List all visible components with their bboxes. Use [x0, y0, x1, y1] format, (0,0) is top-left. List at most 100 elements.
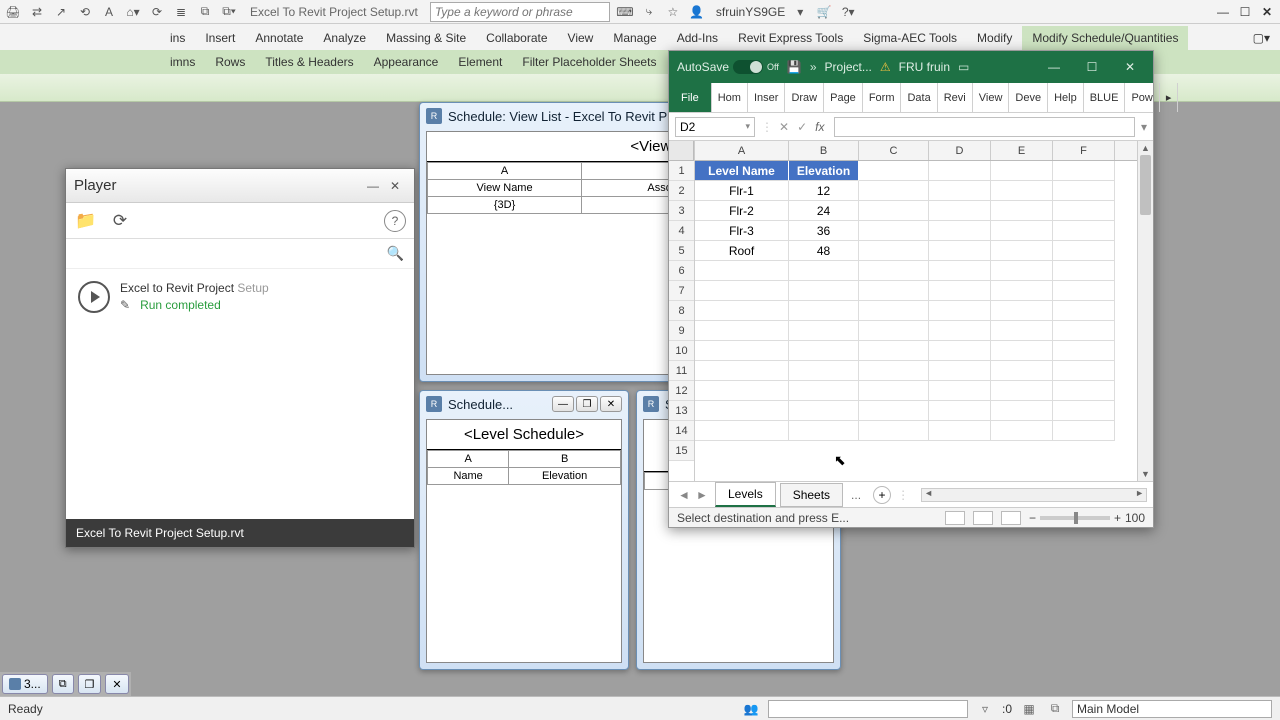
tab-review[interactable]: Revi [938, 83, 973, 112]
search-input[interactable] [430, 2, 610, 22]
sheet-nav-next-icon[interactable]: ► [693, 488, 711, 502]
zoom-value[interactable]: 100 [1125, 511, 1145, 525]
select-all-corner[interactable] [669, 141, 694, 161]
autosave-toggle[interactable]: AutoSave Off [677, 60, 779, 74]
minimize-icon[interactable]: — [362, 175, 384, 197]
tag-icon[interactable]: ⟲ [76, 3, 94, 21]
sub-item[interactable]: Appearance [364, 52, 449, 72]
fx-icon[interactable]: fx [815, 120, 824, 134]
tab-power[interactable]: Pow [1125, 83, 1159, 112]
formula-dropdown-icon[interactable]: ▾ [1141, 120, 1147, 134]
schedule-grid[interactable]: AB NameElevation [427, 450, 621, 485]
folder-icon[interactable]: 📁 [74, 209, 98, 233]
row-header[interactable]: 12 [669, 381, 694, 401]
sub-item[interactable]: Rows [205, 52, 255, 72]
sheet-nav-prev-icon[interactable]: ◄ [675, 488, 693, 502]
ribbon-tab[interactable]: Annotate [245, 26, 313, 50]
zoom-out-button[interactable]: − [1029, 511, 1036, 525]
text-icon[interactable]: A [100, 3, 118, 21]
maximize-button[interactable]: ☐ [1077, 51, 1107, 83]
sync-icon[interactable]: ⟳ [148, 3, 166, 21]
workset-icon[interactable]: 👥 [742, 700, 760, 718]
tab-file[interactable]: File [669, 83, 712, 112]
cart-icon[interactable]: 🛒 [815, 3, 833, 21]
cell[interactable]: 12 [789, 181, 859, 201]
qat-more-icon[interactable]: » [810, 60, 817, 74]
minimize-button[interactable]: — [1214, 4, 1232, 20]
design-options-icon[interactable]: ⧉ [1046, 700, 1064, 718]
horizontal-scrollbar[interactable]: ◄ ► [921, 488, 1147, 502]
row-header[interactable]: 4 [669, 221, 694, 241]
cancel-icon[interactable]: ✕ [779, 120, 789, 134]
switch-windows-icon[interactable]: ⧉▾ [220, 3, 238, 21]
close-button[interactable]: ✕ [600, 396, 622, 412]
favorite-icon[interactable]: ☆ [664, 3, 682, 21]
measure-icon[interactable]: ⇄ [28, 3, 46, 21]
user-icon[interactable]: 👤 [688, 3, 706, 21]
row-header[interactable]: 7 [669, 281, 694, 301]
row-header[interactable]: 5 [669, 241, 694, 261]
dynamo-titlebar[interactable]: Player — ✕ [66, 169, 414, 203]
tab-draw[interactable]: Draw [785, 83, 824, 112]
row-header[interactable]: 3 [669, 201, 694, 221]
selection-dropdown[interactable] [768, 700, 968, 718]
ribbon-tab[interactable]: Sigma-AEC Tools [853, 26, 967, 50]
excel-grid[interactable]: 1 2 3 4 5 6 7 8 9 10 11 12 13 14 15 A B … [669, 141, 1153, 481]
communicate-icon[interactable]: ⤷ [640, 3, 658, 21]
zoom-slider[interactable] [1040, 516, 1110, 520]
minimize-button[interactable]: — [552, 396, 574, 412]
dynamo-script-item[interactable]: Excel to Revit Project Setup Run complet… [66, 269, 414, 323]
mdi-tab[interactable]: 3... [2, 674, 48, 694]
tab-developer[interactable]: Deve [1009, 83, 1048, 112]
sheet-more[interactable]: ... [843, 484, 869, 506]
keyboard-icon[interactable]: ⌨ [616, 3, 634, 21]
close-icon[interactable]: ✕ [384, 175, 406, 197]
mdi-close-button[interactable]: ✕ [105, 674, 128, 694]
row-header[interactable]: 8 [669, 301, 694, 321]
dynamo-search[interactable]: 🔍 [66, 239, 414, 269]
scroll-up-icon[interactable]: ▲ [1138, 141, 1153, 155]
restore-button[interactable]: ❐ [576, 396, 598, 412]
ribbon-tab[interactable]: ins [160, 26, 195, 50]
close-button[interactable]: ✕ [1115, 51, 1145, 83]
col-header[interactable]: B [789, 141, 859, 160]
tab-page[interactable]: Page [824, 83, 863, 112]
cell[interactable]: 48 [789, 241, 859, 261]
col-header[interactable]: C [859, 141, 929, 160]
row-header[interactable]: 14 [669, 421, 694, 441]
cell[interactable]: Elevation [789, 161, 859, 181]
row-header[interactable]: 6 [669, 261, 694, 281]
row-header[interactable]: 1 [669, 161, 694, 181]
options-icon[interactable]: ≣ [172, 3, 190, 21]
ribbon-panel-toggle-icon[interactable]: ▢▾ [1243, 26, 1280, 50]
row-header[interactable]: 9 [669, 321, 694, 341]
formula-input[interactable] [834, 117, 1135, 137]
ribbon-tab[interactable]: Analyze [313, 26, 376, 50]
col-header[interactable]: F [1053, 141, 1115, 160]
print-icon[interactable]: 🖨 [4, 3, 22, 21]
tab-home[interactable]: Hom [712, 83, 748, 112]
row-header[interactable]: 15 [669, 441, 694, 461]
tab-scroll-right-icon[interactable]: ▸ [1160, 83, 1179, 112]
sheet-tab[interactable]: Sheets [780, 483, 843, 507]
ribbon-tab[interactable]: Revit Express Tools [728, 26, 853, 50]
col-header[interactable]: D [929, 141, 991, 160]
filter-icon[interactable]: ▿ [976, 700, 994, 718]
enter-icon[interactable]: ✓ [797, 120, 807, 134]
tab-formulas[interactable]: Form [863, 83, 902, 112]
scroll-thumb[interactable] [1140, 155, 1151, 215]
normal-view-button[interactable] [945, 511, 965, 525]
cell[interactable]: Level Name [695, 161, 789, 181]
page-break-button[interactable] [1001, 511, 1021, 525]
maximize-button[interactable]: ☐ [1236, 4, 1254, 20]
mdi-tile-button[interactable]: ❐ [78, 674, 102, 694]
ribbon-display-icon[interactable]: ▭ [958, 60, 969, 74]
sheet-tab-active[interactable]: Levels [715, 482, 776, 507]
page-layout-button[interactable] [973, 511, 993, 525]
cell[interactable]: Flr-3 [695, 221, 789, 241]
close-button[interactable]: ✕ [1258, 4, 1276, 20]
name-box[interactable]: D2 [675, 117, 755, 137]
ribbon-tab[interactable]: Add-Ins [667, 26, 728, 50]
ribbon-tab[interactable]: Manage [603, 26, 666, 50]
main-model-dropdown[interactable]: Main Model [1072, 700, 1272, 718]
